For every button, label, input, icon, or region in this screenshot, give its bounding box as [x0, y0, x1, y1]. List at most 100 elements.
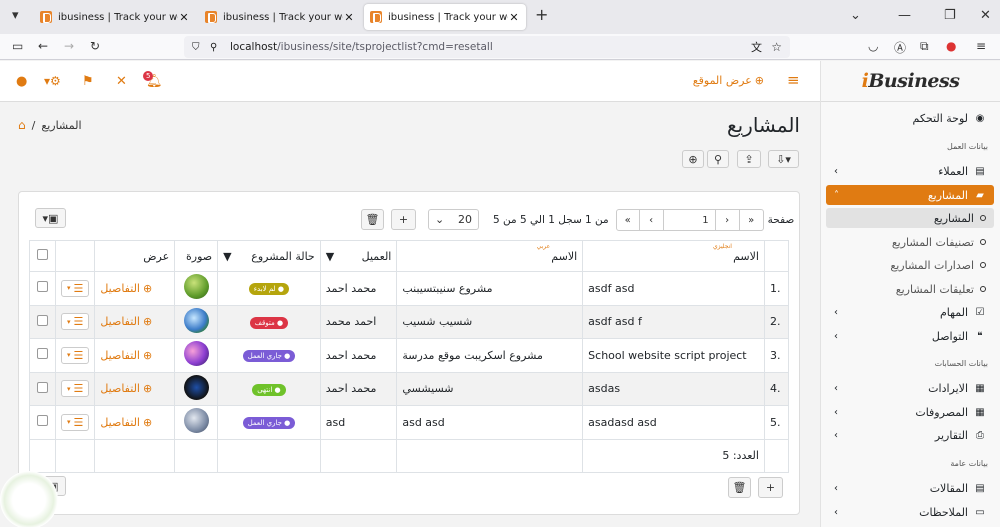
next-page-button[interactable]: ‹ — [639, 209, 664, 231]
sidebar-item-revenues[interactable]: ▦ الايرادات ‹ — [826, 378, 994, 398]
row-options-button[interactable]: ▾ ☰ — [60, 279, 90, 297]
new-tab-icon[interactable]: + — [535, 5, 548, 24]
minimize-icon[interactable]: — — [898, 8, 911, 23]
logo-area[interactable]: iBusiness — [821, 61, 1000, 102]
sidebar-item-clients[interactable]: ▤ العملاء ‹ — [826, 161, 994, 181]
close-tab-icon[interactable]: ✕ — [178, 11, 190, 24]
sidebar-subitem-comments[interactable]: تعليقات المشاريع — [826, 279, 994, 299]
browser-tab-3[interactable]: ibusiness | Track your work with ✕ — [364, 4, 526, 30]
globe-icon: ⊕ — [142, 415, 153, 429]
row-status-cell: جاري العمل ● — [217, 405, 321, 440]
add-project-button[interactable]: + — [391, 209, 416, 230]
first-page-button[interactable]: » — [739, 209, 764, 231]
settings-gear-icon[interactable]: ▾⚙ — [44, 74, 61, 88]
details-link[interactable]: التفاصيل ⊕ — [100, 282, 152, 295]
view-site-link[interactable]: عرض الموقع ⊕ — [693, 74, 764, 87]
sidebar-subitem-categories[interactable]: تصنيفات المشاريع — [826, 232, 994, 252]
row-checkbox[interactable] — [36, 281, 48, 293]
row-options-button[interactable]: ▾ ☰ — [60, 313, 90, 331]
sidebar-subitem-projects[interactable]: المشاريع — [826, 208, 994, 228]
sidebar-toggle-icon[interactable]: ▭ — [12, 39, 23, 53]
project-thumbnail[interactable] — [183, 374, 209, 400]
browser-tab-1[interactable]: ibusiness | Track your work with ✕ — [34, 4, 196, 30]
search-button[interactable]: ⚲ — [707, 150, 729, 168]
row-checkbox[interactable] — [36, 348, 48, 360]
article-icon: ▤ — [975, 482, 985, 494]
row-image-cell — [174, 271, 219, 306]
page-number-input[interactable]: 1 — [663, 209, 716, 231]
sidebar-item-tasks[interactable]: ☑ المهام ‹ — [826, 302, 994, 322]
user-icon[interactable]: ● — [16, 74, 27, 89]
details-link[interactable]: التفاصيل ⊕ — [100, 315, 152, 328]
table-row: ▾ ☰ التفاصيل ⊕ جاري العمل ● asd asd asd asadasd… — [29, 405, 790, 440]
page-info-icon[interactable]: ⚲ — [210, 42, 217, 53]
image-header: صورة — [174, 240, 219, 272]
prev-page-button[interactable]: › — [715, 209, 740, 231]
name-ar-header[interactable]: عربي الاسم — [396, 240, 584, 272]
row-options-button[interactable]: ▾ ☰ — [60, 380, 90, 398]
translate-icon[interactable]: 文 — [751, 39, 762, 55]
close-window-icon[interactable]: ✕ — [980, 8, 991, 23]
row-options-button[interactable]: ▾ ☰ — [60, 413, 90, 431]
list-all-tabs-icon[interactable]: ⌄ — [850, 8, 861, 23]
reload-icon[interactable]: ↻ — [90, 39, 100, 53]
address-bar[interactable]: ⛉ ⚲ localhost/ibusiness/site/tsprojectli… — [184, 36, 790, 58]
search-zoom-button[interactable]: ⊕ — [682, 150, 704, 168]
sidebar-item-articles[interactable]: ▤ المقالات ‹ — [826, 478, 994, 498]
bookmark-star-icon[interactable]: ☆ — [771, 40, 782, 54]
details-link[interactable]: التفاصيل ⊕ — [100, 382, 152, 395]
export-dropdown-button[interactable]: ⇩▾ — [768, 150, 799, 168]
details-link[interactable]: التفاصيل ⊕ — [100, 349, 152, 362]
name-en-header[interactable]: انجليزي الاسم — [582, 240, 765, 272]
pocket-icon[interactable]: ◡ — [868, 39, 878, 53]
close-tab-icon[interactable]: ✕ — [508, 11, 520, 24]
home-icon[interactable]: ⌂ — [18, 118, 26, 132]
account-icon[interactable]: Ⓐ — [894, 39, 906, 56]
close-tab-icon[interactable]: ✕ — [343, 11, 355, 24]
status-header[interactable]: ▼ حالة المشروع — [217, 240, 321, 272]
extensions-icon[interactable]: ⧉ — [920, 39, 929, 54]
sidebar-item-notes[interactable]: ▭ الملاحظات ‹ — [826, 502, 994, 522]
menu-toggle-icon[interactable]: ≡ — [787, 71, 800, 89]
project-thumbnail[interactable] — [183, 274, 209, 300]
client-header[interactable]: ▼ العميل — [319, 240, 398, 272]
row-options-button[interactable]: ▾ ☰ — [60, 346, 90, 364]
row-checkbox[interactable] — [36, 415, 48, 427]
maximize-icon[interactable]: ❐ — [944, 8, 956, 23]
filter-icon[interactable]: ▼ — [326, 250, 334, 263]
favicon-icon — [370, 11, 382, 23]
last-page-button[interactable]: « — [615, 209, 640, 231]
chevron-left-icon: ‹ — [834, 382, 838, 394]
back-icon[interactable]: ← — [38, 39, 48, 53]
delete-selected-button-bottom[interactable]: 🗑︎ — [728, 477, 751, 498]
row-client-cell: asd — [319, 405, 398, 440]
flag-icon[interactable]: ⚑ — [82, 74, 94, 89]
add-project-button-bottom[interactable]: + — [758, 477, 783, 498]
sidebar-item-reports[interactable]: ⎙ التقارير ‹ — [826, 425, 994, 445]
import-button[interactable]: ⇪ — [737, 150, 761, 168]
project-thumbnail[interactable] — [183, 408, 209, 434]
select-all-checkbox[interactable] — [36, 249, 48, 260]
forward-icon[interactable]: → — [64, 39, 74, 53]
project-thumbnail[interactable] — [183, 307, 209, 333]
row-image-cell — [174, 304, 219, 339]
tab-list-icon[interactable]: ▾ — [12, 8, 19, 23]
project-thumbnail[interactable] — [183, 341, 209, 367]
browser-tab-2[interactable]: ibusiness | Track your work with ✕ — [199, 4, 361, 30]
filter-icon[interactable]: ▼ — [223, 250, 231, 263]
sidebar-item-projects[interactable]: ▰ المشاريع ˄ — [826, 185, 994, 205]
app-menu-icon[interactable]: ≡ — [976, 39, 986, 53]
tools-icon[interactable]: ✕ — [116, 74, 127, 89]
sidebar-item-expenses[interactable]: ▦ المصروفات ‹ — [826, 402, 994, 422]
sidebar-subitem-versions[interactable]: اصدارات المشاريع — [826, 255, 994, 275]
sidebar-item-dashboard[interactable]: ◉ لوحة التحكم — [826, 108, 994, 128]
row-checkbox[interactable] — [36, 314, 48, 326]
sidebar-item-communication[interactable]: ❝ التواصل ‹ — [826, 326, 994, 346]
delete-selected-button[interactable]: 🗑︎ — [361, 209, 384, 230]
details-link[interactable]: التفاصيل ⊕ — [100, 416, 152, 429]
color-extension-icon[interactable]: ● — [946, 39, 956, 53]
chevron-left-icon: ‹ — [834, 165, 838, 177]
column-visibility-button[interactable]: ▾▣ — [35, 208, 66, 228]
page-size-select[interactable]: ⌄ 20 — [428, 209, 479, 230]
row-checkbox[interactable] — [36, 381, 48, 393]
